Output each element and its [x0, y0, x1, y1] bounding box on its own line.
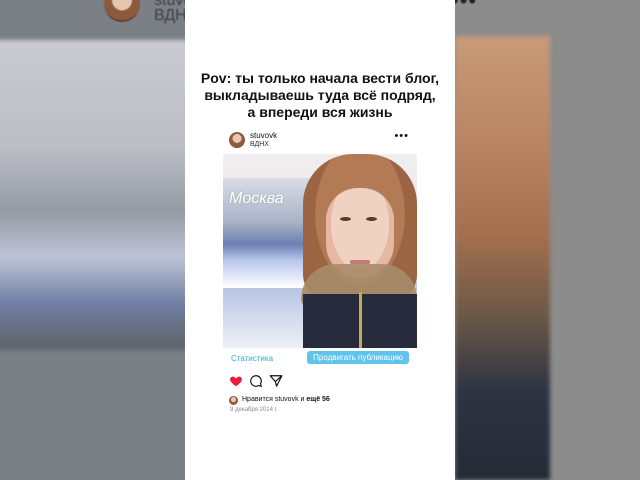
video-caption: Pov: ты только начала вести блог, выклад…: [185, 70, 455, 121]
photo-eye-right: [366, 217, 377, 221]
blurred-photo-left: [0, 40, 185, 350]
post-header: stuvovk ВДНХ •••: [223, 126, 417, 154]
share-icon[interactable]: [269, 374, 283, 388]
post-date: 9 декабря 2014 г.: [230, 407, 278, 413]
heart-icon[interactable]: [229, 374, 243, 388]
more-icon: •••: [455, 0, 478, 13]
comment-icon[interactable]: [249, 374, 263, 388]
statistics-link[interactable]: Статистика: [231, 354, 273, 363]
insights-bar: Статистика Продвигать публикацию: [223, 350, 417, 368]
likes-prefix: Нравится: [242, 396, 273, 403]
likes-text: Нравится stuvovk и ещё 56: [242, 396, 330, 403]
photo-zipper: [359, 292, 362, 348]
likes-count[interactable]: ещё 56: [306, 396, 329, 403]
post-username[interactable]: stuvovk: [250, 131, 277, 140]
avatar[interactable]: [229, 132, 245, 148]
promote-post-button[interactable]: Продвигать публикацию: [307, 351, 409, 364]
avatar: [229, 396, 238, 405]
caption-line-2: выкладываешь туда всё подряд,: [204, 87, 436, 103]
blurred-background-left: stuvovk ВДНХ: [0, 0, 185, 480]
post-location[interactable]: ВДНХ: [250, 141, 269, 148]
post-photo[interactable]: Москва: [223, 154, 417, 348]
content-panel: Pov: ты только начала вести блог, выклад…: [185, 0, 455, 480]
photo-scene-text: Москва: [229, 190, 284, 207]
blurred-photo-right: [455, 36, 550, 480]
post-actions: [229, 374, 309, 390]
blurred-background-right: •••: [455, 0, 640, 480]
photo-winter-scene: Москва: [223, 178, 313, 288]
photo-eye-left: [340, 217, 351, 221]
more-options-icon[interactable]: •••: [394, 130, 409, 142]
caption-line-3: а впереди вся жизнь: [247, 104, 393, 120]
likes-and: и: [300, 396, 305, 403]
avatar: [104, 0, 140, 22]
likes-user[interactable]: stuvovk: [275, 396, 299, 403]
caption-line-1: Pov: ты только начала вести блог,: [200, 70, 440, 86]
likes-summary[interactable]: Нравится stuvovk и ещё 56: [229, 396, 419, 406]
background-location: ВДНХ: [154, 7, 185, 24]
